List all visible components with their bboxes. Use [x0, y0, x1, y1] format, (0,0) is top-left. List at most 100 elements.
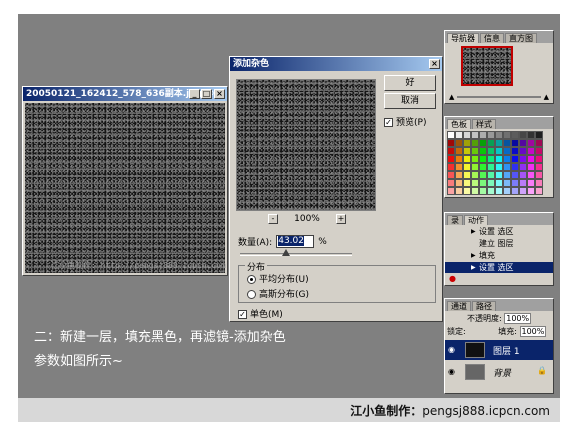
color-swatch[interactable] — [519, 163, 527, 171]
color-swatch[interactable] — [455, 155, 463, 163]
color-swatch[interactable] — [447, 171, 455, 179]
color-swatch[interactable] — [511, 163, 519, 171]
color-swatch[interactable] — [463, 179, 471, 187]
color-swatch[interactable] — [503, 131, 511, 139]
color-swatch[interactable] — [463, 163, 471, 171]
color-swatch[interactable] — [479, 139, 487, 147]
expand-triangle-icon[interactable]: ▶ — [471, 226, 476, 237]
color-swatch[interactable] — [503, 179, 511, 187]
color-swatch[interactable] — [511, 187, 519, 195]
color-swatch[interactable] — [447, 131, 455, 139]
color-swatch[interactable] — [463, 171, 471, 179]
add-noise-dialog[interactable]: 添加杂色 × - 100% + 好 取消 ✓ 预览(P) 数量(A): 43.02… — [229, 56, 443, 322]
color-swatch[interactable] — [519, 155, 527, 163]
monochromatic-checkbox[interactable]: ✓ — [238, 310, 247, 319]
color-swatch[interactable] — [479, 131, 487, 139]
color-swatch[interactable] — [463, 187, 471, 195]
eye-icon[interactable]: ◉ — [448, 367, 455, 376]
color-swatch[interactable] — [503, 187, 511, 195]
color-swatch[interactable] — [535, 187, 543, 195]
color-swatch[interactable] — [519, 187, 527, 195]
navigator-zoom-slider[interactable] — [457, 95, 541, 98]
color-swatch[interactable] — [487, 139, 495, 147]
tab-histogram[interactable]: 直方图 — [505, 33, 537, 43]
tab-channels[interactable]: 通道 — [447, 301, 471, 311]
color-swatch[interactable] — [527, 131, 535, 139]
cancel-button[interactable]: 取消 — [384, 93, 436, 109]
navigator-thumbnail[interactable] — [461, 46, 513, 86]
tab-info[interactable]: 信息 — [480, 33, 504, 43]
layer-row[interactable]: ◉ 图层 1 — [445, 340, 553, 360]
color-swatch[interactable] — [487, 131, 495, 139]
maximize-button[interactable]: □ — [201, 89, 212, 99]
color-swatch[interactable] — [455, 179, 463, 187]
color-swatch[interactable] — [495, 171, 503, 179]
amount-slider-thumb[interactable] — [282, 249, 290, 256]
color-swatch[interactable] — [487, 171, 495, 179]
amount-input[interactable]: 43.02 — [276, 235, 315, 248]
color-swatch[interactable] — [503, 171, 511, 179]
color-swatch[interactable] — [455, 171, 463, 179]
color-swatch[interactable] — [463, 155, 471, 163]
color-swatch[interactable] — [471, 147, 479, 155]
color-swatch[interactable] — [511, 171, 519, 179]
color-swatch[interactable] — [527, 187, 535, 195]
tab-navigator[interactable]: 导航器 — [447, 33, 479, 43]
color-swatch[interactable] — [495, 187, 503, 195]
color-swatch[interactable] — [495, 147, 503, 155]
color-swatch[interactable] — [495, 155, 503, 163]
color-swatch[interactable] — [447, 155, 455, 163]
color-swatch[interactable] — [447, 139, 455, 147]
color-swatch[interactable] — [447, 187, 455, 195]
action-item[interactable]: 建立 图层 — [445, 238, 553, 249]
color-swatch[interactable] — [463, 139, 471, 147]
color-swatch[interactable] — [535, 179, 543, 187]
color-swatch[interactable] — [471, 131, 479, 139]
color-swatch[interactable] — [527, 147, 535, 155]
color-swatch[interactable] — [495, 179, 503, 187]
uniform-radio[interactable] — [247, 275, 256, 284]
filter-preview[interactable] — [236, 79, 376, 211]
color-swatch[interactable] — [455, 147, 463, 155]
swatch-grid[interactable] — [447, 131, 543, 195]
color-swatch[interactable] — [527, 155, 535, 163]
color-swatch[interactable] — [455, 139, 463, 147]
color-swatch[interactable] — [519, 131, 527, 139]
color-swatch[interactable] — [479, 155, 487, 163]
color-swatch[interactable] — [487, 155, 495, 163]
color-swatch[interactable] — [511, 155, 519, 163]
expand-triangle-icon[interactable]: ▶ — [471, 262, 476, 273]
color-swatch[interactable] — [471, 155, 479, 163]
color-swatch[interactable] — [471, 139, 479, 147]
image-document-window[interactable]: 20050121_162412_578_636副本.jpg @ _ □ × 江小… — [22, 86, 228, 276]
color-swatch[interactable] — [519, 179, 527, 187]
color-swatch[interactable] — [447, 163, 455, 171]
preview-checkbox[interactable]: ✓ — [384, 118, 393, 127]
color-swatch[interactable] — [503, 163, 511, 171]
action-item-selected[interactable]: ▶ 设置 选区 — [445, 262, 553, 273]
tab-swatches[interactable]: 色板 — [447, 119, 471, 129]
tab-paths[interactable]: 路径 — [472, 301, 496, 311]
color-swatch[interactable] — [463, 147, 471, 155]
color-swatch[interactable] — [479, 171, 487, 179]
color-swatch[interactable] — [535, 163, 543, 171]
layer-row[interactable]: ◉ 背景 🔒 — [445, 362, 553, 382]
tab-history[interactable]: 录 — [447, 215, 463, 225]
image-canvas[interactable]: 江小鱼制作: http://pengsj888.icpcn.com — [25, 103, 226, 273]
gaussian-radio[interactable] — [247, 290, 256, 299]
opacity-input[interactable]: 100% — [504, 313, 532, 324]
color-swatch[interactable] — [535, 131, 543, 139]
color-swatch[interactable] — [527, 139, 535, 147]
ok-button[interactable]: 好 — [384, 75, 436, 91]
action-item[interactable]: ▶ 设置 选区 — [445, 226, 553, 237]
color-swatch[interactable] — [479, 179, 487, 187]
color-swatch[interactable] — [479, 163, 487, 171]
amount-slider[interactable] — [240, 249, 352, 256]
gaussian-option[interactable]: 高斯分布(G) — [247, 287, 309, 300]
fill-input[interactable]: 100% — [519, 326, 547, 337]
minimize-button[interactable]: _ — [189, 89, 200, 99]
color-swatch[interactable] — [519, 171, 527, 179]
preview-option[interactable]: ✓ 预览(P) — [384, 115, 426, 128]
zoom-out-button[interactable]: - — [268, 214, 278, 224]
color-swatch[interactable] — [487, 147, 495, 155]
